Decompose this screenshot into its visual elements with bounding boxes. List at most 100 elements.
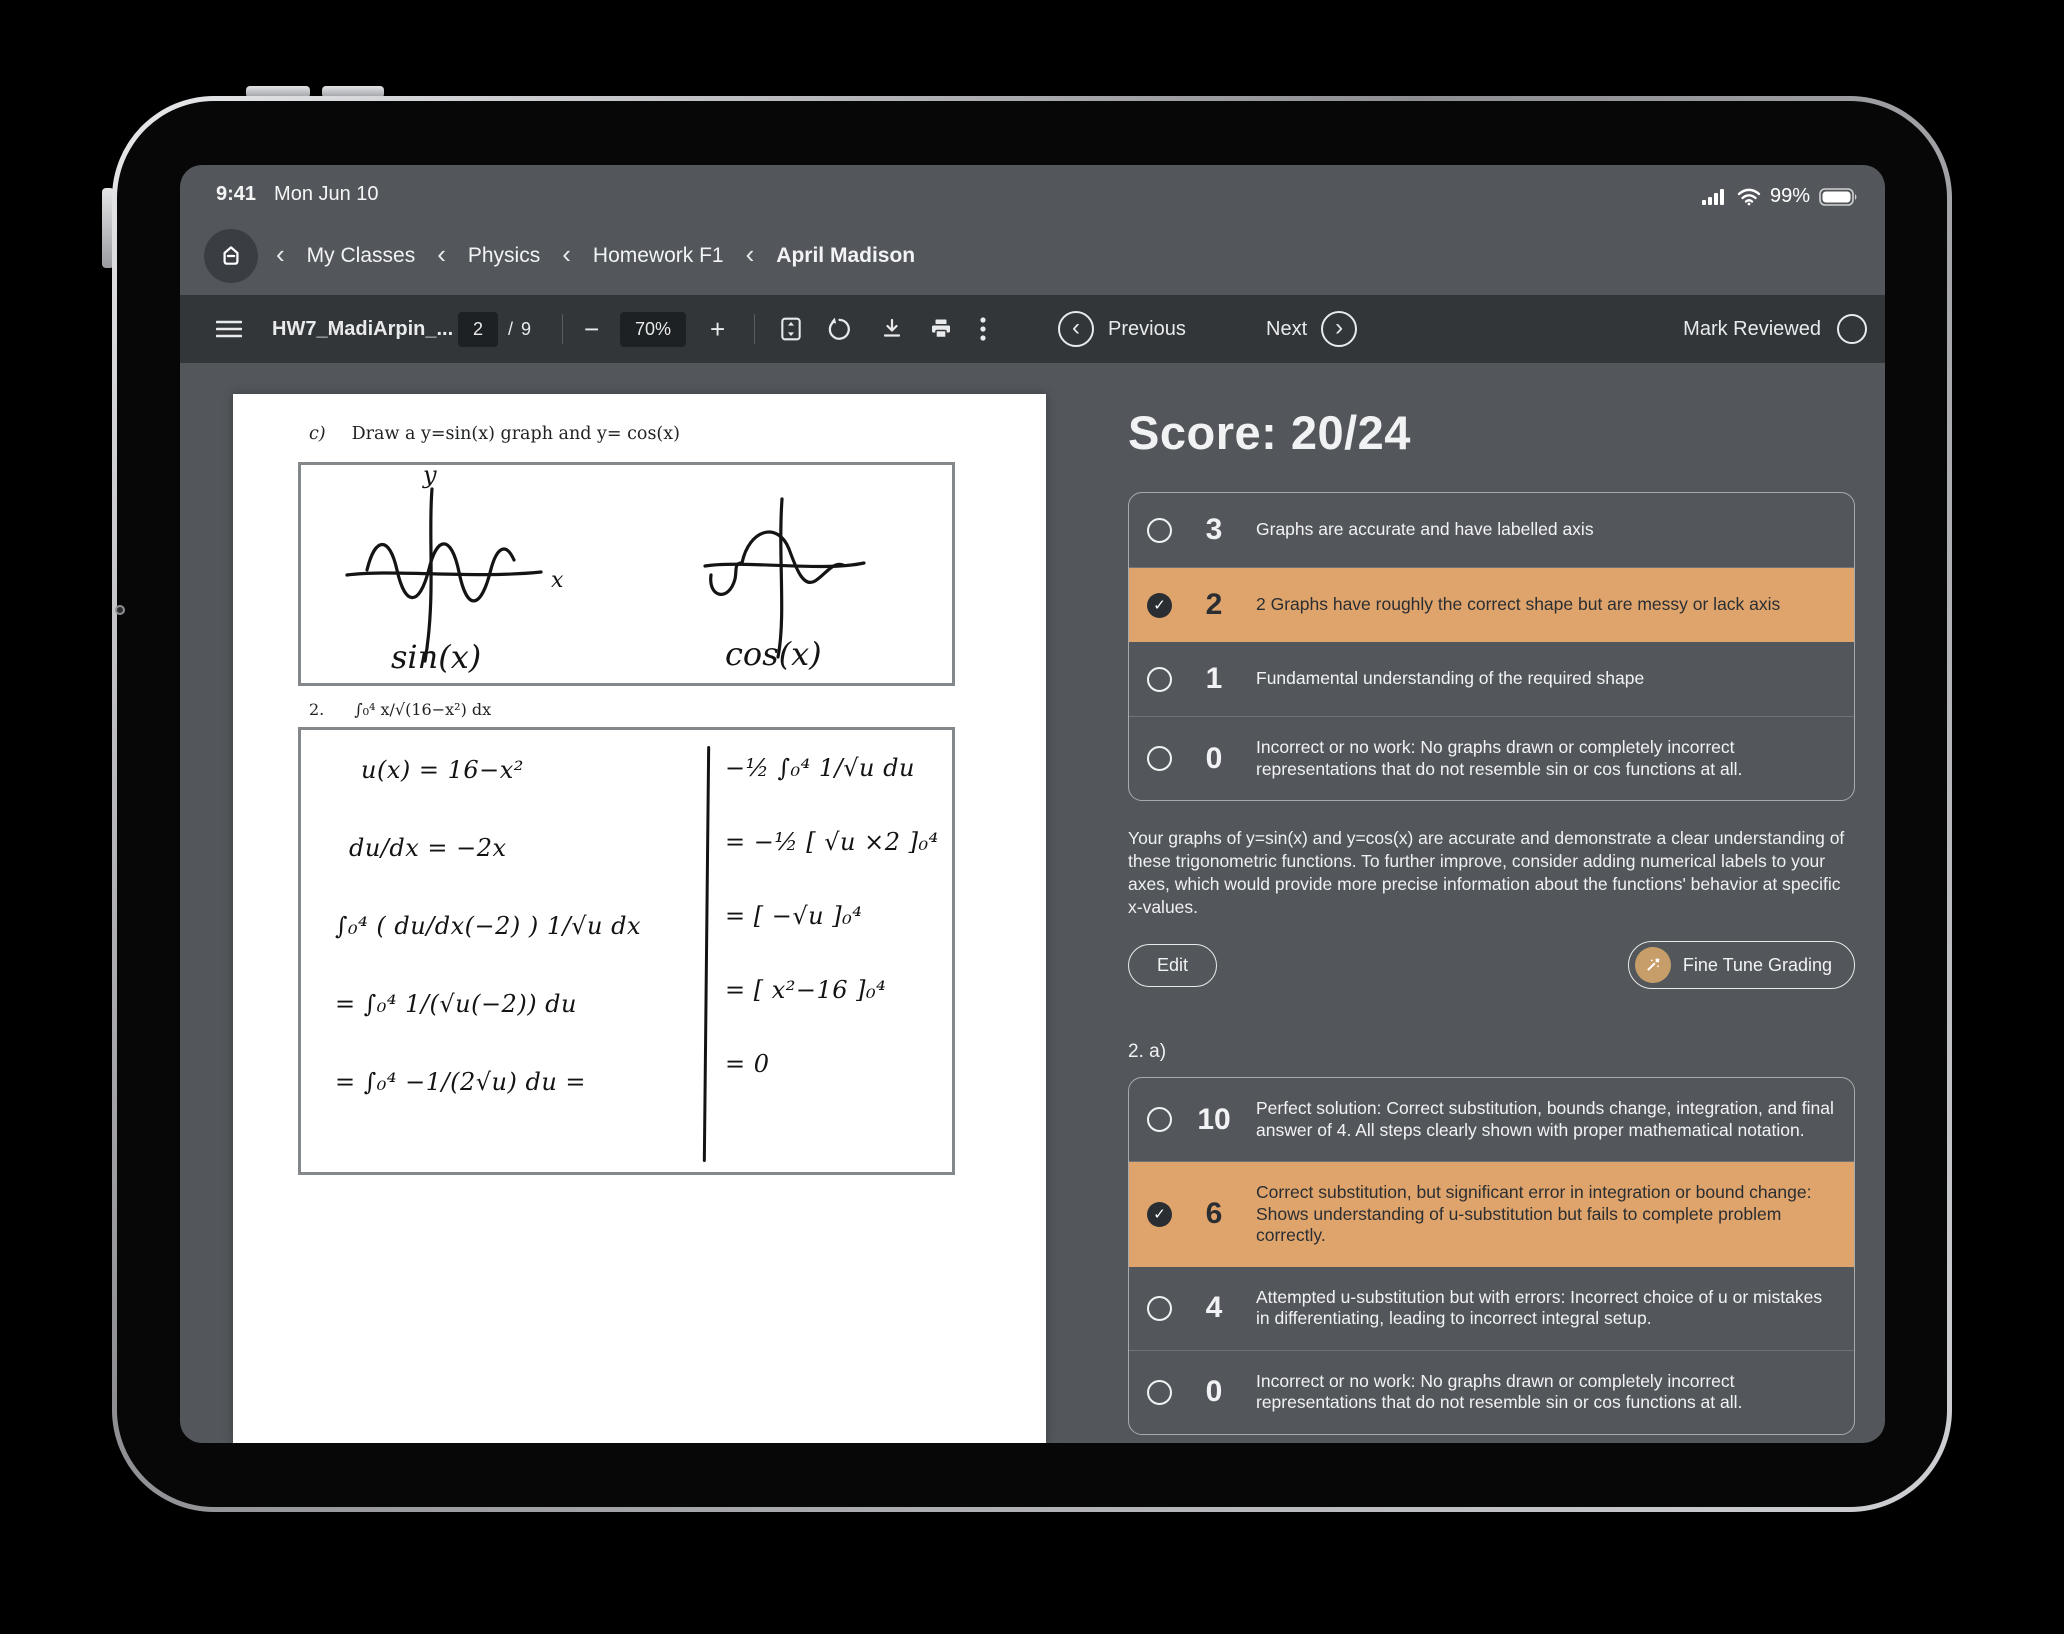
zoom-out-button[interactable]: −	[584, 314, 599, 345]
magic-wand-icon	[1634, 947, 1671, 983]
next-button[interactable]: Next ›	[1266, 295, 1358, 363]
breadcrumb-homework[interactable]: Homework F1	[593, 244, 724, 268]
rubric-points: 3	[1205, 513, 1223, 546]
fine-tune-grading-button[interactable]: Fine Tune Grading	[1627, 941, 1855, 989]
rubric-description: Graphs are accurate and have labelled ax…	[1256, 519, 1594, 540]
rubric-row[interactable]: ✓ 0 Incorrect or no work: No graphs draw…	[1129, 716, 1854, 800]
pdf-page: c) Draw a y=sin(x) graph and y= cos(x) y…	[233, 394, 1046, 1443]
rubric-row[interactable]: ✓ 10 Perfect solution: Correct substitut…	[1129, 1078, 1854, 1161]
check-icon: ✓	[1153, 1206, 1166, 1224]
more-options-icon[interactable]	[980, 316, 986, 342]
rubric-points: 2	[1205, 588, 1223, 621]
work-line: u(x) = 16−x²	[361, 756, 524, 784]
rubric-row[interactable]: ✓ 4 Attempted u-substitution but with er…	[1129, 1267, 1854, 1350]
action-buttons: Edit Fine Tune Grading	[1128, 941, 1855, 989]
radio-unselected-icon[interactable]	[1147, 746, 1172, 771]
chevron-left-circle-icon[interactable]: ‹	[1058, 311, 1094, 347]
cos-label: cos(x)	[725, 635, 822, 673]
breadcrumb-physics[interactable]: Physics	[468, 244, 540, 268]
work-line: = [ −√u ]₀⁴	[725, 902, 863, 930]
mark-reviewed-checkbox[interactable]	[1837, 314, 1867, 344]
rubric-description: 2 Graphs have roughly the correct shape …	[1256, 594, 1781, 615]
status-bar-right: 99%	[1701, 185, 1859, 208]
pdf-toolbar: HW7_MadiArpin_... 2 / 9 − 70% + ‹ Previo…	[180, 295, 1885, 363]
work-line: = 0	[725, 1050, 770, 1078]
rubric-description: Incorrect or no work: No graphs drawn or…	[1256, 1370, 1743, 1413]
chevron-left-icon: ‹	[562, 239, 571, 269]
menu-icon[interactable]	[216, 318, 242, 340]
document-filename: HW7_MadiArpin_...	[272, 317, 454, 340]
chevron-left-icon: ‹	[745, 239, 755, 269]
rotate-icon[interactable]	[826, 316, 853, 343]
question-2a-label: 2. a)	[1128, 1041, 1167, 1062]
work-line: du/dx = −2x	[349, 834, 507, 862]
check-icon: ✓	[1153, 597, 1166, 614]
rubric-description: Correct substitution, but significant er…	[1256, 1182, 1812, 1245]
sin-label: sin(x)	[391, 638, 481, 676]
breadcrumb-my-classes[interactable]: My Classes	[307, 244, 416, 268]
radio-selected-icon[interactable]: ✓	[1147, 592, 1172, 618]
edit-button[interactable]: Edit	[1128, 943, 1218, 987]
download-icon[interactable]	[880, 317, 904, 341]
work-column-left: u(x) = 16−x² du/dx = −2x ∫₀⁴ ( du/dx(−2)…	[335, 756, 641, 1096]
rubric-description: Attempted u-substitution but with errors…	[1256, 1286, 1823, 1329]
page-number-input[interactable]: 2	[458, 311, 498, 347]
fit-to-page-icon[interactable]	[778, 316, 804, 342]
toolbar-divider	[562, 314, 563, 344]
battery-percent: 99%	[1769, 185, 1810, 207]
rubric-points: 0	[1205, 1375, 1223, 1408]
grading-panel: Score: 20/24 ✓ 3 Graphs are accurate and…	[1128, 405, 1855, 1443]
rubric-description: Perfect solution: Correct substitution, …	[1256, 1098, 1834, 1140]
rubric-description: Fundamental understanding of the require…	[1256, 668, 1645, 689]
chevron-left-icon: ‹	[437, 239, 446, 269]
rubric-row[interactable]: ✓ 0 Incorrect or no work: No graphs draw…	[1129, 1349, 1854, 1434]
home-icon	[217, 242, 245, 270]
page-total: 9	[521, 318, 534, 339]
mark-reviewed-control[interactable]: Mark Reviewed	[1683, 295, 1867, 363]
rubric-points: 6	[1205, 1197, 1223, 1231]
work-line: = [ x²−16 ]₀⁴	[725, 976, 887, 1004]
rubric-section-1: ✓ 3 Graphs are accurate and have labelle…	[1128, 492, 1855, 801]
home-button[interactable]	[204, 229, 258, 283]
zoom-level[interactable]: 70%	[620, 311, 686, 347]
radio-unselected-icon[interactable]	[1147, 1379, 1172, 1405]
breadcrumb: ‹ My Classes ‹ Physics ‹ Homework F1 ‹ A…	[276, 229, 915, 283]
feedback-text-1: Your graphs of y=sin(x) and y=cos(x) are…	[1128, 828, 1845, 917]
rubric-row[interactable]: ✓ 1 Fundamental understanding of the req…	[1129, 642, 1854, 716]
rubric-row[interactable]: ✓ 6 Correct substitution, but significan…	[1129, 1161, 1854, 1267]
question-c: c) Draw a y=sin(x) graph and y= cos(x)	[309, 424, 680, 444]
radio-unselected-icon[interactable]	[1147, 517, 1172, 543]
work-line: = −½ [ √u ×2 ]₀⁴	[725, 828, 939, 856]
handwritten-graphs: y x sin(x) cos(x)	[345, 465, 866, 676]
zoom-in-button[interactable]: +	[710, 314, 725, 345]
rubric-row[interactable]: ✓ 3 Graphs are accurate and have labelle…	[1129, 493, 1854, 567]
radio-selected-icon[interactable]: ✓	[1147, 1201, 1172, 1227]
y-axis-label: y	[422, 465, 437, 489]
work-answer-box: u(x) = 16−x² du/dx = −2x ∫₀⁴ ( du/dx(−2)…	[298, 727, 955, 1175]
question-2: 2. ∫₀⁴ x/√(16−x²) dx	[309, 700, 492, 719]
rubric-points: 0	[1205, 741, 1223, 775]
radio-unselected-icon[interactable]	[1147, 666, 1172, 692]
rubric-section-2: ✓ 10 Perfect solution: Correct substitut…	[1128, 1077, 1855, 1435]
work-line: ∫₀⁴ ( du/dx(−2) ) 1/√u dx	[335, 912, 642, 940]
rubric-points: 10	[1197, 1102, 1231, 1136]
print-icon[interactable]	[928, 317, 954, 341]
chevron-left-icon: ‹	[276, 239, 285, 269]
graph-answer-box: y x sin(x) cos(x)	[298, 462, 955, 686]
chevron-right-circle-icon[interactable]: ›	[1321, 311, 1358, 347]
rubric-description: Incorrect or no work: No graphs drawn or…	[1256, 737, 1743, 779]
cellular-signal-icon	[1701, 188, 1728, 206]
work-column-right: −½ ∫₀⁴ 1/√u du = −½ [ √u ×2 ]₀⁴ = [ −√u …	[725, 754, 939, 1078]
ipad-frame: 9:41 Mon Jun 10 99% ‹ My Classes ‹ Physi…	[112, 96, 1952, 1512]
previous-button[interactable]: ‹ Previous	[1058, 295, 1186, 363]
radio-unselected-icon[interactable]	[1147, 1107, 1172, 1132]
breadcrumb-student-name: April Madison	[776, 244, 916, 267]
rubric-row[interactable]: ✓ 2 2 Graphs have roughly the correct sh…	[1129, 567, 1854, 642]
radio-unselected-icon[interactable]	[1147, 1295, 1172, 1321]
toolbar-divider	[754, 314, 755, 344]
rubric-points: 1	[1205, 662, 1223, 695]
rubric-points: 4	[1205, 1291, 1223, 1324]
mark-reviewed-label: Mark Reviewed	[1683, 317, 1821, 340]
status-date: Mon Jun 10	[274, 183, 379, 205]
x-axis-label: x	[551, 568, 564, 593]
